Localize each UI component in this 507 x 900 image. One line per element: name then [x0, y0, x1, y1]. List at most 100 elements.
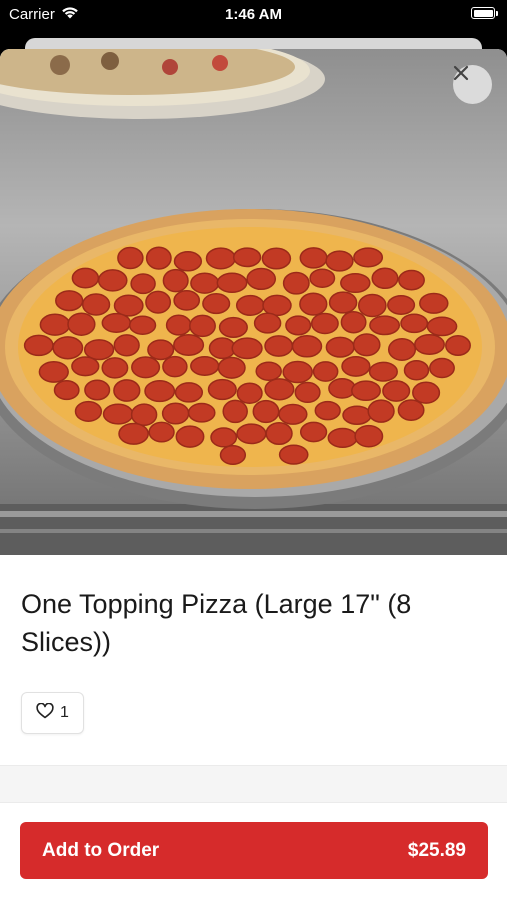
pepperoni-slice — [371, 267, 399, 290]
pepperoni-slice — [113, 379, 141, 402]
pepperoni-slice — [367, 399, 395, 423]
pepperoni-slice — [264, 378, 295, 401]
pepperoni-slice — [294, 381, 321, 404]
pepperoni-slice — [145, 246, 172, 270]
pepperoni-slice — [426, 316, 458, 337]
pepperoni-slice — [357, 293, 387, 318]
pepperoni-slice — [74, 400, 103, 422]
pepperoni-slice — [397, 399, 425, 421]
pepperoni-slice — [265, 421, 293, 446]
pepperoni-slice — [299, 292, 328, 316]
pepperoni-slice — [255, 361, 282, 381]
pepperoni-slice — [231, 337, 263, 360]
pepperoni-slice — [236, 382, 263, 404]
add-to-order-button[interactable]: Add to Order $25.89 — [20, 822, 488, 879]
pepperoni-slice — [190, 356, 220, 376]
pepperoni-slice — [236, 423, 267, 445]
pepperoni-slice — [445, 335, 471, 356]
pepperoni-slice — [309, 268, 336, 288]
screen: Carrier 1:46 AM One Topping Pizza (Large… — [0, 0, 507, 900]
pepperoni-slice — [278, 403, 308, 425]
close-button[interactable] — [453, 65, 492, 104]
pepperoni-slice — [351, 380, 381, 402]
pepperoni-slice — [148, 421, 175, 443]
pepperoni-slice — [175, 425, 205, 448]
pepperoni-slice — [205, 247, 236, 270]
pepperoni-slice — [291, 335, 323, 358]
pepperoni-slice — [222, 399, 248, 424]
pepperoni-slice — [162, 355, 188, 378]
product-sheet: One Topping Pizza (Large 17" (8 Slices))… — [0, 49, 507, 900]
pepperoni-slice — [207, 378, 237, 401]
pepperoni-slice — [264, 335, 294, 357]
pepperoni-slice — [414, 334, 445, 355]
pepperoni-slice — [403, 359, 430, 381]
pepperoni-slice — [208, 337, 236, 360]
pepperoni-slice — [340, 310, 367, 334]
pepperoni-slice — [398, 269, 425, 291]
pepperoni-slice — [217, 356, 246, 379]
pepperoni-slice — [173, 290, 201, 311]
pepperoni-slice — [246, 267, 277, 291]
like-count: 1 — [60, 704, 69, 721]
pepperoni-slice — [55, 290, 84, 312]
pepperoni-slice — [53, 380, 80, 401]
like-button[interactable]: 1 — [21, 692, 84, 734]
pepperoni-slice — [130, 403, 158, 427]
pepperoni-slice — [202, 293, 231, 315]
pepperoni-slice — [113, 334, 140, 357]
pepperoni-slice — [400, 313, 429, 334]
pepperoni-slice — [325, 336, 355, 358]
pepperoni-slice — [161, 402, 190, 425]
pepperoni-slice — [189, 314, 216, 338]
pepperoni-slice — [174, 382, 204, 403]
pepperoni-slice — [310, 312, 339, 335]
pepperoni-slice — [328, 291, 358, 314]
pepperoni-slice — [354, 424, 384, 448]
battery-icon — [471, 7, 498, 19]
product-image — [0, 49, 507, 555]
heart-icon — [36, 702, 54, 724]
pepperoni-slice — [299, 421, 328, 443]
pepperoni-slice — [382, 380, 411, 402]
pepperoni-slice — [144, 380, 176, 403]
pepperoni-slice — [216, 272, 248, 294]
pepperoni-slice — [187, 402, 216, 423]
pepperoni-slice — [71, 356, 100, 377]
pepperoni-slice — [39, 313, 71, 336]
pepperoni-slice — [173, 334, 205, 356]
pepperoni-slice — [278, 444, 309, 465]
pepperoni-slice — [252, 399, 280, 424]
pepperoni-slice — [38, 360, 69, 383]
pepperoni-slice — [368, 361, 398, 382]
pepperoni-slice — [419, 292, 449, 314]
pepperoni-slice — [165, 314, 192, 336]
pepperoni-slice — [117, 246, 144, 270]
pepperoni-slice — [282, 360, 313, 384]
pepperoni-slice — [147, 339, 175, 361]
pepperoni-slice — [325, 250, 354, 272]
pepperoni-slice — [235, 294, 265, 316]
pepperoni-slice — [353, 247, 384, 268]
pepperoni-slice — [102, 403, 134, 425]
pepperoni-slice — [52, 336, 84, 360]
pepperoni-slice — [342, 405, 372, 425]
pepperoni-slice — [81, 293, 111, 316]
pepperoni-slice — [369, 315, 401, 336]
pepperoni-slice — [101, 312, 132, 333]
pepperoni-slice — [232, 247, 262, 268]
pepperoni-slice — [253, 312, 282, 334]
price-label: $25.89 — [407, 839, 466, 861]
pepperoni-slice — [261, 247, 292, 270]
product-title: One Topping Pizza (Large 17" (8 Slices)) — [21, 589, 412, 657]
pepperoni-slice — [341, 355, 371, 377]
pepperoni-slice — [387, 338, 417, 361]
pepperoni-slice — [312, 361, 339, 382]
pepperoni-slice — [285, 315, 312, 336]
pepperoni-slice — [128, 315, 157, 335]
pepperoni-slice — [262, 294, 292, 317]
pepperoni-slice — [101, 357, 129, 379]
pepperoni-slice — [352, 333, 381, 357]
pepperoni-slice — [219, 444, 247, 466]
section-divider — [0, 765, 507, 803]
